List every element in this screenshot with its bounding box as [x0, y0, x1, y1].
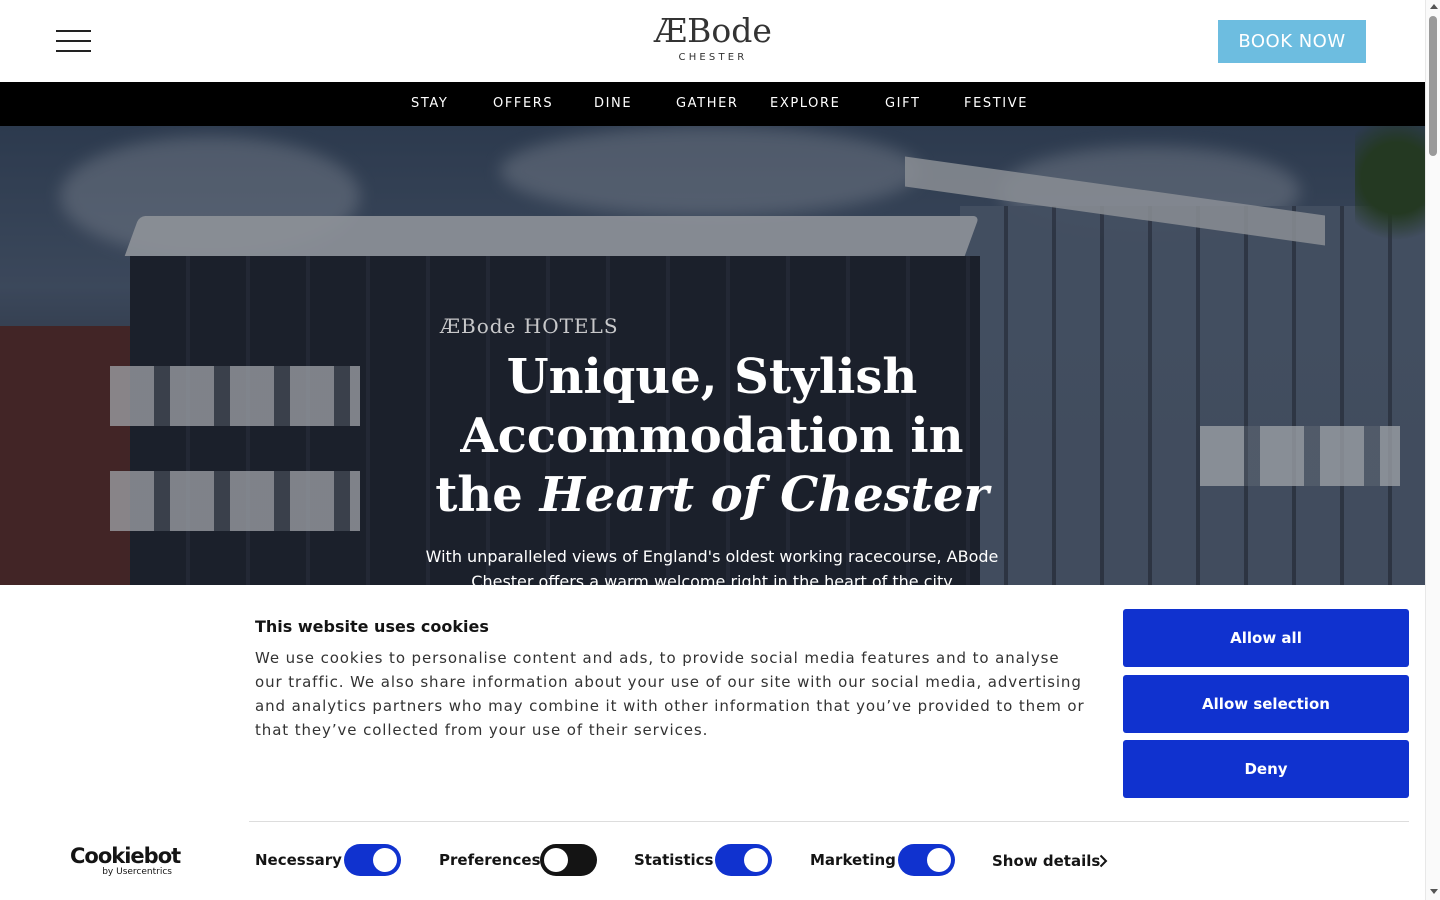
- nav-item-stay[interactable]: STAY: [411, 82, 448, 126]
- marketing-label: Marketing: [810, 851, 896, 869]
- allow-selection-button[interactable]: Allow selection: [1123, 675, 1409, 733]
- preferences-label: Preferences: [439, 851, 541, 869]
- book-now-button[interactable]: BOOK NOW: [1218, 20, 1366, 63]
- site-header: ÆBode CHESTER BOOK NOW: [0, 0, 1425, 82]
- hero-title-italic: Heart of Chester: [539, 467, 989, 523]
- statistics-label: Statistics: [634, 851, 714, 869]
- necessary-label: Necessary: [255, 851, 342, 869]
- necessary-toggle[interactable]: [344, 844, 401, 876]
- cookie-divider: [249, 821, 1409, 822]
- marketing-toggle[interactable]: [898, 844, 955, 876]
- nav-item-offers[interactable]: OFFERS: [493, 82, 553, 126]
- hero-title-line-1: Unique, Stylish: [506, 349, 918, 405]
- logo-location: CHESTER: [678, 52, 748, 63]
- cookie-title: This website uses cookies: [255, 617, 489, 636]
- page-scrollbar[interactable]: [1425, 0, 1440, 900]
- hero-title-line-3: the: [435, 467, 540, 523]
- allow-all-button[interactable]: Allow all: [1123, 609, 1409, 667]
- preferences-toggle[interactable]: [540, 844, 597, 876]
- scroll-thumb[interactable]: [1429, 16, 1437, 156]
- show-details-link[interactable]: Show details: [992, 852, 1100, 870]
- main-nav: STAY OFFERS DINE GATHER EXPLORE GIFT FES…: [0, 82, 1425, 126]
- cookiebot-byline: by Usercentrics: [102, 867, 172, 877]
- hero-title-line-2: Accommodation in: [460, 408, 964, 464]
- nav-item-gift[interactable]: GIFT: [885, 82, 921, 126]
- statistics-toggle[interactable]: [715, 844, 772, 876]
- hotel-sign: ÆBode HOTELS: [440, 314, 619, 338]
- scroll-down-arrow-icon[interactable]: [1430, 889, 1438, 894]
- chevron-right-icon[interactable]: [1099, 854, 1108, 868]
- cookiebot-logo[interactable]: Cookiebot by Usercentrics: [70, 844, 181, 877]
- hero-section: ÆBode HOTELS Unique, Stylish Accommodati…: [0, 126, 1425, 586]
- nav-item-gather[interactable]: GATHER: [676, 82, 739, 126]
- logo-wordmark: ÆBode: [654, 11, 772, 50]
- deny-button[interactable]: Deny: [1123, 740, 1409, 798]
- nav-item-festive[interactable]: FESTIVE: [964, 82, 1028, 126]
- scroll-up-arrow-icon[interactable]: [1430, 4, 1438, 9]
- cookiebot-wordmark: Cookiebot: [70, 844, 181, 868]
- hamburger-menu-icon[interactable]: [56, 29, 92, 53]
- cookie-banner: This website uses cookies We use cookies…: [0, 585, 1425, 900]
- cookie-description: We use cookies to personalise content an…: [255, 649, 1085, 739]
- site-logo[interactable]: ÆBode CHESTER: [640, 11, 786, 64]
- hero-title: Unique, Stylish Accommodation in the Hea…: [412, 348, 1012, 525]
- hero-subtitle: With unparalleled views of England's old…: [425, 547, 999, 586]
- nav-item-dine[interactable]: DINE: [594, 82, 632, 126]
- nav-item-explore[interactable]: EXPLORE: [770, 82, 840, 126]
